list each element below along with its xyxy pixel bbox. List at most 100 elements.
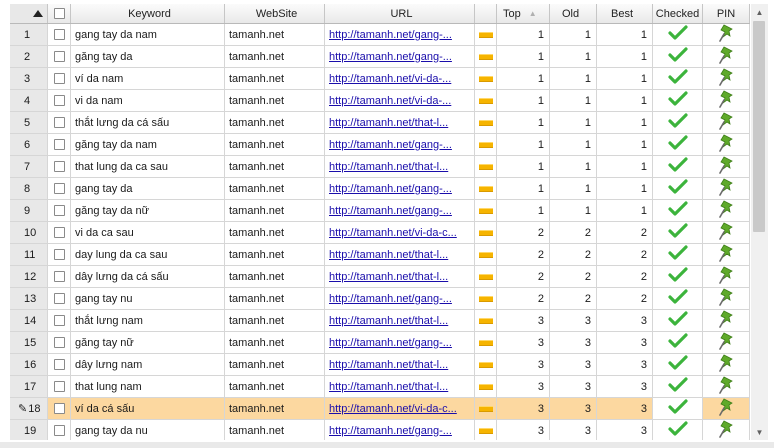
website-cell[interactable]: tamanh.net [225, 420, 325, 440]
keyword-cell[interactable]: ví da cá sấu [71, 398, 225, 419]
row-checkbox-cell[interactable] [48, 112, 71, 133]
website-cell[interactable]: tamanh.net [225, 354, 325, 375]
row-checkbox-cell[interactable] [48, 134, 71, 155]
pushpin-icon[interactable] [718, 244, 734, 265]
table-row[interactable]: 7 that lung da ca sau tamanh.net http://tam… [10, 156, 750, 178]
select-all-corner[interactable] [10, 4, 48, 23]
table-row[interactable]: 2 găng tay da tamanh.net http://tamanh.net/… [10, 46, 750, 68]
pin-cell[interactable] [703, 310, 750, 331]
row-checkbox-cell[interactable] [48, 244, 71, 265]
old-cell[interactable]: 2 [550, 288, 597, 309]
row-number[interactable]: 19 [10, 420, 48, 440]
website-cell[interactable]: tamanh.net [225, 200, 325, 221]
checked-cell[interactable] [653, 134, 703, 155]
best-cell[interactable]: 2 [597, 222, 653, 243]
old-cell[interactable]: 3 [550, 398, 597, 419]
best-cell[interactable]: 1 [597, 156, 653, 177]
top-cell[interactable]: 1 [497, 134, 550, 155]
checked-cell[interactable] [653, 288, 703, 309]
keyword-cell[interactable]: that lung da ca sau [71, 156, 225, 177]
url-cell[interactable]: http://tamanh.net/gang-... [325, 332, 475, 353]
pushpin-icon[interactable] [718, 68, 734, 89]
header-website[interactable]: WebSite [225, 4, 325, 23]
website-cell[interactable]: tamanh.net [225, 134, 325, 155]
url-link[interactable]: http://tamanh.net/that-l... [329, 249, 448, 261]
table-row[interactable]: 4 vi da nam tamanh.net http://tamanh.net/vi… [10, 90, 750, 112]
old-cell[interactable]: 1 [550, 68, 597, 89]
old-cell[interactable]: 3 [550, 332, 597, 353]
table-row[interactable]: 6 găng tay da nam tamanh.net http://tamanh.… [10, 134, 750, 156]
keyword-cell[interactable]: that lung nam [71, 376, 225, 397]
row-number[interactable]: 8 [10, 178, 48, 199]
pushpin-icon[interactable] [718, 222, 734, 243]
row-checkbox-cell[interactable] [48, 46, 71, 67]
website-cell[interactable]: tamanh.net [225, 46, 325, 67]
row-number[interactable]: 14 [10, 310, 48, 331]
row-number[interactable]: 12 [10, 266, 48, 287]
url-cell[interactable]: http://tamanh.net/vi-da-c... [325, 222, 475, 243]
keyword-cell[interactable]: găng tay da nam [71, 134, 225, 155]
top-cell[interactable]: 1 [497, 24, 550, 45]
pin-cell[interactable] [703, 90, 750, 111]
table-row[interactable]: 15 găng tay nữ tamanh.net http://tamanh.net… [10, 332, 750, 354]
top-cell[interactable]: 3 [497, 420, 550, 440]
row-checkbox-cell[interactable] [48, 266, 71, 287]
best-cell[interactable]: 3 [597, 376, 653, 397]
url-cell[interactable]: http://tamanh.net/vi-da-c... [325, 398, 475, 419]
row-checkbox[interactable] [53, 249, 65, 260]
pin-cell[interactable] [703, 420, 750, 440]
pushpin-icon[interactable] [718, 266, 734, 287]
pin-cell[interactable] [703, 244, 750, 265]
keyword-cell[interactable]: vi da ca sau [71, 222, 225, 243]
url-cell[interactable]: http://tamanh.net/gang-... [325, 178, 475, 199]
old-cell[interactable]: 1 [550, 46, 597, 67]
row-number[interactable]: ✎ 18 [10, 398, 48, 419]
pushpin-icon[interactable] [718, 420, 734, 440]
pin-cell[interactable] [703, 398, 750, 419]
best-cell[interactable]: 2 [597, 288, 653, 309]
website-cell[interactable]: tamanh.net [225, 68, 325, 89]
table-row[interactable]: 14 thắt lưng nam tamanh.net http://tamanh.n… [10, 310, 750, 332]
old-cell[interactable]: 2 [550, 222, 597, 243]
pushpin-icon[interactable] [718, 354, 734, 375]
url-cell[interactable]: http://tamanh.net/that-l... [325, 112, 475, 133]
row-checkbox[interactable] [53, 95, 65, 106]
row-number[interactable]: 13 [10, 288, 48, 309]
table-row[interactable]: 13 gang tay nu tamanh.net http://tamanh.net… [10, 288, 750, 310]
best-cell[interactable]: 1 [597, 46, 653, 67]
pushpin-icon[interactable] [718, 156, 734, 177]
pushpin-icon[interactable] [718, 332, 734, 353]
top-cell[interactable]: 3 [497, 310, 550, 331]
row-checkbox[interactable] [53, 139, 65, 150]
checked-cell[interactable] [653, 266, 703, 287]
url-cell[interactable]: http://tamanh.net/gang-... [325, 24, 475, 45]
old-cell[interactable]: 1 [550, 200, 597, 221]
checked-cell[interactable] [653, 376, 703, 397]
vertical-scrollbar[interactable]: ▲ ▼ [751, 4, 768, 440]
top-cell[interactable]: 2 [497, 266, 550, 287]
url-cell[interactable]: http://tamanh.net/that-l... [325, 376, 475, 397]
row-checkbox[interactable] [53, 381, 65, 392]
checked-cell[interactable] [653, 332, 703, 353]
keyword-cell[interactable]: thắt lưng nam [71, 310, 225, 331]
best-cell[interactable]: 1 [597, 90, 653, 111]
header-rank-bar[interactable] [475, 4, 497, 23]
row-checkbox[interactable] [53, 359, 65, 370]
best-cell[interactable]: 3 [597, 354, 653, 375]
url-cell[interactable]: http://tamanh.net/gang-... [325, 46, 475, 67]
row-checkbox-cell[interactable] [48, 178, 71, 199]
best-cell[interactable]: 3 [597, 310, 653, 331]
top-cell[interactable]: 1 [497, 68, 550, 89]
table-row[interactable]: 11 day lung da ca sau tamanh.net http://tam… [10, 244, 750, 266]
url-cell[interactable]: http://tamanh.net/gang-... [325, 134, 475, 155]
row-checkbox-cell[interactable] [48, 310, 71, 331]
keyword-cell[interactable]: ví da nam [71, 68, 225, 89]
row-number[interactable]: 4 [10, 90, 48, 111]
row-number[interactable]: 7 [10, 156, 48, 177]
url-link[interactable]: http://tamanh.net/gang-... [329, 29, 452, 41]
old-cell[interactable]: 2 [550, 266, 597, 287]
row-checkbox-cell[interactable] [48, 288, 71, 309]
keyword-cell[interactable]: dây lưng da cá sấu [71, 266, 225, 287]
url-cell[interactable]: http://tamanh.net/that-l... [325, 156, 475, 177]
row-checkbox[interactable] [53, 403, 65, 414]
